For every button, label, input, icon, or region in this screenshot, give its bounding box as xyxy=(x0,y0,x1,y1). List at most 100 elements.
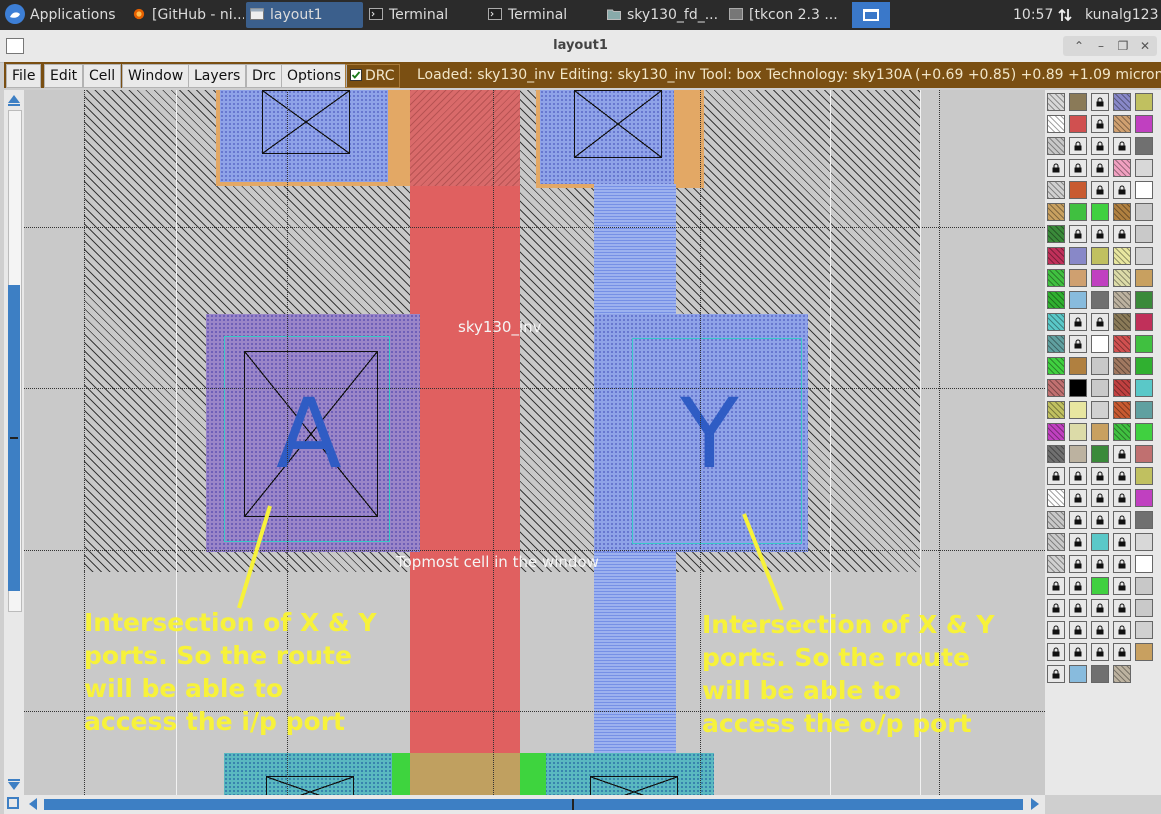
layer-swatch[interactable] xyxy=(1047,533,1065,551)
layer-swatch[interactable] xyxy=(1047,379,1065,397)
layer-swatch[interactable] xyxy=(1047,445,1065,463)
taskbar-item-github[interactable]: [GitHub - ni... xyxy=(128,2,244,28)
layer-swatch[interactable] xyxy=(1113,467,1131,485)
layer-swatch[interactable] xyxy=(1135,577,1153,595)
layer-swatch[interactable] xyxy=(1047,335,1065,353)
layer-swatch[interactable] xyxy=(1113,577,1131,595)
layer-swatch[interactable] xyxy=(1135,225,1153,243)
layer-swatch[interactable] xyxy=(1091,555,1109,573)
layer-swatch[interactable] xyxy=(1135,137,1153,155)
checkbox-icon[interactable] xyxy=(350,69,362,81)
layer-swatch[interactable] xyxy=(1091,643,1109,661)
show-desktop-button[interactable] xyxy=(852,2,890,28)
layer-swatch[interactable] xyxy=(1113,489,1131,507)
layer-swatch[interactable] xyxy=(1113,269,1131,287)
layer-swatch[interactable] xyxy=(1047,93,1065,111)
menu-edit[interactable]: Edit xyxy=(44,64,84,88)
layer-swatch[interactable] xyxy=(1091,511,1109,529)
layer-swatch[interactable] xyxy=(1047,247,1065,265)
layer-swatch[interactable] xyxy=(1069,291,1087,309)
layer-swatch[interactable] xyxy=(1135,511,1153,529)
layer-swatch[interactable] xyxy=(1091,533,1109,551)
layer-swatch[interactable] xyxy=(1091,445,1109,463)
layer-swatch[interactable] xyxy=(1135,313,1153,331)
shade-icon[interactable]: ⌃ xyxy=(1071,38,1087,54)
layer-swatch[interactable] xyxy=(1069,401,1087,419)
layer-swatch[interactable] xyxy=(1047,665,1065,683)
layer-swatch[interactable] xyxy=(1091,621,1109,639)
layer-swatch[interactable] xyxy=(1091,379,1109,397)
layer-swatch[interactable] xyxy=(1069,489,1087,507)
layer-swatch[interactable] xyxy=(1069,555,1087,573)
taskbar-item-terminal-1[interactable]: Terminal xyxy=(365,2,481,28)
layer-swatch[interactable] xyxy=(1113,423,1131,441)
layer-swatch[interactable] xyxy=(1135,181,1153,199)
layer-swatch[interactable] xyxy=(1113,665,1131,683)
layer-swatch[interactable] xyxy=(1113,511,1131,529)
layer-swatch[interactable] xyxy=(1091,247,1109,265)
taskbar-item-folder[interactable]: sky130_fd_... xyxy=(603,2,723,28)
layer-swatch[interactable] xyxy=(1069,445,1087,463)
layer-swatch[interactable] xyxy=(1069,577,1087,595)
layer-swatch[interactable] xyxy=(1047,181,1065,199)
layer-swatch[interactable] xyxy=(1135,93,1153,111)
layer-swatch[interactable] xyxy=(1069,159,1087,177)
layer-swatch[interactable] xyxy=(1135,115,1153,133)
layer-swatch[interactable] xyxy=(1091,225,1109,243)
layer-swatch[interactable] xyxy=(1047,401,1065,419)
layout-canvas[interactable]: A Y sky130_inv Topmost cell in the windo… xyxy=(24,90,1045,795)
layer-swatch[interactable] xyxy=(1091,93,1109,111)
menu-options[interactable]: Options xyxy=(281,64,348,88)
layer-swatch[interactable] xyxy=(1069,93,1087,111)
layer-swatch[interactable] xyxy=(1091,357,1109,375)
layer-swatch[interactable] xyxy=(1135,467,1153,485)
drc-toggle[interactable]: DRC xyxy=(345,64,400,88)
layer-swatch[interactable] xyxy=(1135,555,1153,573)
layer-swatch[interactable] xyxy=(1069,335,1087,353)
layer-swatch[interactable] xyxy=(1047,555,1065,573)
layer-swatch[interactable] xyxy=(1069,357,1087,375)
layer-swatch[interactable] xyxy=(1069,181,1087,199)
layer-swatch[interactable] xyxy=(1113,335,1131,353)
layer-swatch[interactable] xyxy=(1113,379,1131,397)
layer-swatch[interactable] xyxy=(1047,291,1065,309)
layer-swatch[interactable] xyxy=(1135,533,1153,551)
layer-swatch[interactable] xyxy=(1091,489,1109,507)
layer-swatch[interactable] xyxy=(1113,137,1131,155)
layer-swatch[interactable] xyxy=(1069,225,1087,243)
menu-file[interactable]: File xyxy=(6,64,42,88)
layer-swatch[interactable] xyxy=(1047,159,1065,177)
layer-swatch[interactable] xyxy=(1047,467,1065,485)
applications-menu[interactable]: Applications xyxy=(4,2,128,28)
layer-swatch[interactable] xyxy=(1135,445,1153,463)
layer-swatch[interactable] xyxy=(1135,159,1153,177)
vertical-scrollbar[interactable] xyxy=(4,90,24,795)
layer-swatch[interactable] xyxy=(1069,643,1087,661)
layer-swatch[interactable] xyxy=(1135,291,1153,309)
layer-swatch[interactable] xyxy=(1091,401,1109,419)
network-icon[interactable] xyxy=(1058,2,1074,28)
taskbar-item-layout1[interactable]: layout1 xyxy=(246,2,363,28)
layer-swatch[interactable] xyxy=(1091,313,1109,331)
layer-swatch[interactable] xyxy=(1069,599,1087,617)
menu-window[interactable]: Window xyxy=(122,64,190,88)
layer-swatch[interactable] xyxy=(1113,225,1131,243)
layer-swatch[interactable] xyxy=(1113,555,1131,573)
layer-swatch[interactable] xyxy=(1091,137,1109,155)
layer-swatch[interactable] xyxy=(1047,313,1065,331)
menu-cell[interactable]: Cell xyxy=(83,64,122,88)
layer-swatch[interactable] xyxy=(1069,511,1087,529)
layer-swatch[interactable] xyxy=(1135,621,1153,639)
layer-swatch[interactable] xyxy=(1113,643,1131,661)
layer-swatch[interactable] xyxy=(1069,467,1087,485)
layer-swatch[interactable] xyxy=(1135,335,1153,353)
layer-swatch[interactable] xyxy=(1113,93,1131,111)
layer-swatch[interactable] xyxy=(1069,621,1087,639)
minimize-icon[interactable]: – xyxy=(1093,38,1109,54)
layer-swatch[interactable] xyxy=(1091,159,1109,177)
hscroll-thumb[interactable] xyxy=(44,799,1023,810)
layer-swatch[interactable] xyxy=(1047,115,1065,133)
layer-swatch[interactable] xyxy=(1047,423,1065,441)
layer-swatch[interactable] xyxy=(1113,159,1131,177)
layer-swatch[interactable] xyxy=(1069,115,1087,133)
